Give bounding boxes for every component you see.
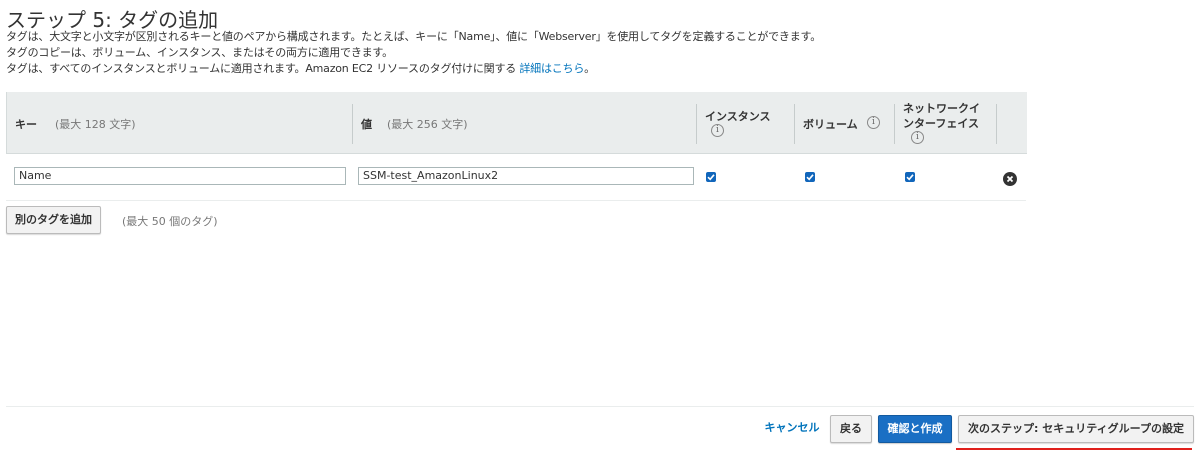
tag-value-input[interactable] xyxy=(358,167,694,185)
description-line-1: タグは、大文字と小文字が区別されるキーと値のペアから構成されます。たとえば、キー… xyxy=(6,30,822,43)
info-icon[interactable]: i xyxy=(867,116,880,129)
add-tags-page: ステップ 5: タグの追加 タグは、大文字と小文字が区別されるキーと値のペアから… xyxy=(0,0,1200,453)
header-volumes-label: ボリューム xyxy=(803,118,858,131)
next-configure-security-group-button[interactable]: 次のステップ: セキュリティグループの設定 xyxy=(958,415,1194,443)
description-line-3-text: タグは、すべてのインスタンスとボリュームに適用されます。Amazon EC2 リ… xyxy=(6,62,517,75)
highlight-underline xyxy=(956,448,1192,450)
header-network-label-2: ンターフェイス xyxy=(903,117,980,130)
close-icon xyxy=(1006,175,1014,183)
header-value-hint: (最大 256 文字) xyxy=(387,118,468,131)
review-and-launch-button[interactable]: 確認と作成 xyxy=(878,415,952,443)
details-link[interactable]: 詳細はこちら xyxy=(519,62,584,75)
header-instances: インスタンス i xyxy=(697,92,795,153)
footer-divider xyxy=(6,406,1194,407)
header-instances-label: インスタンス xyxy=(705,110,771,123)
instances-checkbox[interactable] xyxy=(706,172,716,182)
header-remove xyxy=(997,92,1027,153)
checkmark-icon xyxy=(806,174,814,181)
table-header: キー (最大 128 文字) 値 (最大 256 文字) インスタンス i ボリ… xyxy=(6,92,1027,154)
header-value-label: 値 xyxy=(361,118,372,131)
description-line-3: タグは、すべてのインスタンスとボリュームに適用されます。Amazon EC2 リ… xyxy=(6,60,595,76)
tag-key-input[interactable] xyxy=(14,167,346,185)
header-value: 値 (最大 256 文字) xyxy=(353,92,697,153)
checkmark-icon xyxy=(707,174,715,181)
volumes-checkbox[interactable] xyxy=(805,172,815,182)
checkmark-icon xyxy=(906,174,914,181)
table-row xyxy=(6,154,1026,201)
header-key-hint: (最大 128 文字) xyxy=(55,118,136,131)
cancel-button[interactable]: キャンセル xyxy=(760,415,824,441)
add-tag-button[interactable]: 別のタグを追加 xyxy=(6,206,101,234)
details-suffix: 。 xyxy=(584,62,595,75)
header-key: キー (最大 128 文字) xyxy=(7,92,353,153)
back-button[interactable]: 戻る xyxy=(830,415,872,443)
header-network-label-1: ネットワークイ xyxy=(903,102,980,115)
network-interfaces-checkbox[interactable] xyxy=(905,172,915,182)
add-tag-hint: (最大 50 個のタグ) xyxy=(122,215,218,228)
header-volumes: ボリューム i xyxy=(795,92,895,153)
description-line-2: タグのコピーは、ボリューム、インスタンス、またはその両方に適用できます。 xyxy=(6,46,393,59)
info-icon[interactable]: i xyxy=(911,131,924,144)
info-icon[interactable]: i xyxy=(711,124,724,137)
remove-circle-icon[interactable] xyxy=(1003,172,1017,186)
header-key-label: キー xyxy=(15,118,37,131)
header-network-interfaces: ネットワークイ ンターフェイス i xyxy=(895,92,997,153)
